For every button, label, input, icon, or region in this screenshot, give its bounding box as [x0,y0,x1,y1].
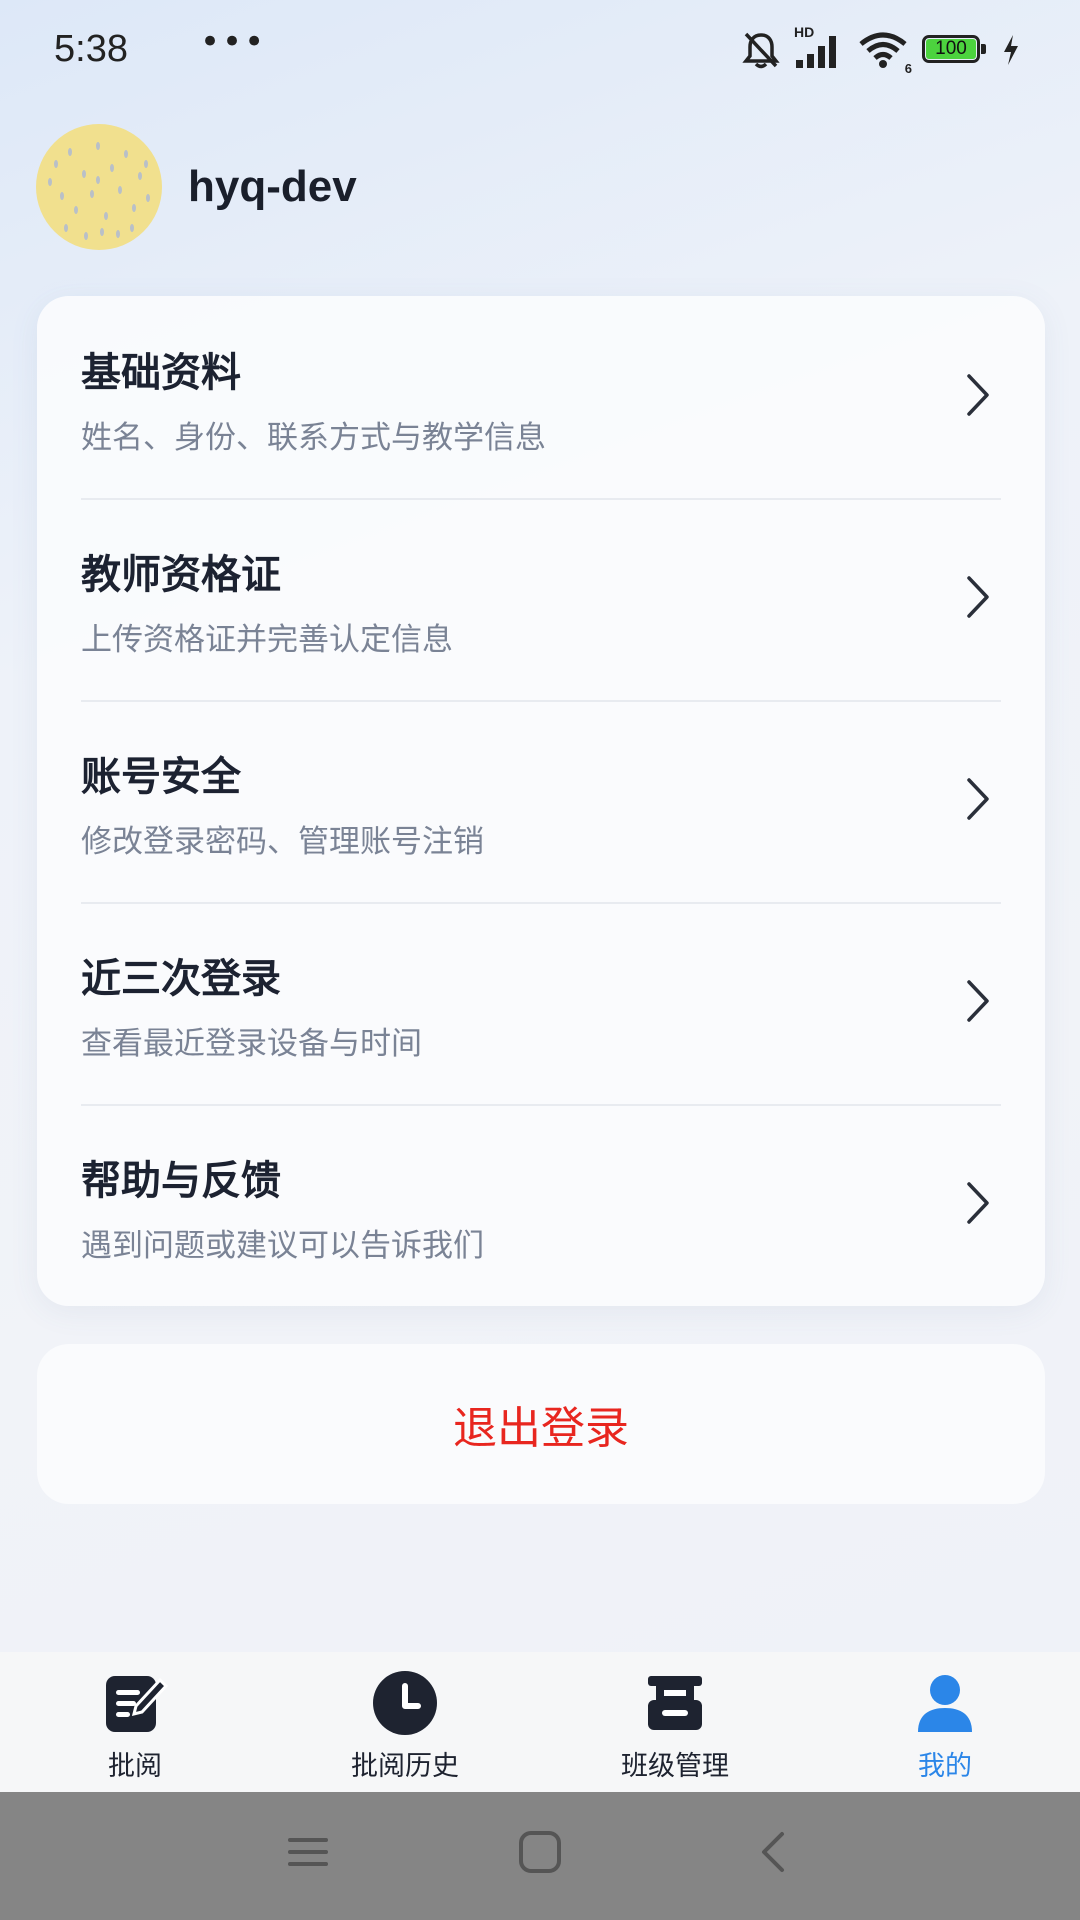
menu-item-title: 教师资格证 [81,552,281,598]
class-icon [648,1676,702,1730]
bottom-tab-bar: 批阅 批阅历史 班级管理 我的 [0,1652,1080,1792]
menu-item-subtitle: 查看最近登录设备与时间 [81,1026,422,1062]
system-navigation-bar [0,1792,1080,1920]
status-bar: 5:38 ••• HD 6 100 [0,0,1080,100]
more-dots-icon: ••• [200,22,267,62]
back-icon[interactable] [752,1830,796,1874]
avatar-pattern [48,142,150,240]
logout-label: 退出登录 [453,1403,629,1454]
menu-item-recent-logins[interactable]: 近三次登录 查看最近登录设备与时间 [81,902,1001,1104]
menu-item-help-feedback[interactable]: 帮助与反馈 遇到问题或建议可以告诉我们 [81,1104,1001,1306]
menu-icon[interactable] [286,1830,330,1874]
chevron-right-icon [967,980,989,1022]
menu-item-subtitle: 姓名、身份、联系方式与教学信息 [81,420,546,456]
chevron-right-icon [967,576,989,618]
menu-item-title: 帮助与反馈 [81,1158,281,1204]
tab-mine[interactable]: 我的 [845,1652,1045,1792]
tab-class-management[interactable]: 班级管理 [575,1652,775,1792]
tab-label: 批阅 [108,1751,162,1782]
menu-item-basic-info[interactable]: 基础资料 姓名、身份、联系方式与教学信息 [81,296,1001,498]
menu-item-subtitle: 上传资格证并完善认定信息 [81,622,453,658]
settings-menu-card: 基础资料 姓名、身份、联系方式与教学信息 教师资格证 上传资格证并完善认定信息 … [37,296,1045,1306]
menu-item-subtitle: 遇到问题或建议可以告诉我们 [81,1228,484,1264]
tab-review-history[interactable]: 批阅历史 [305,1652,505,1792]
signal-icon: HD [794,24,844,70]
chevron-right-icon [967,778,989,820]
menu-item-teacher-certificate[interactable]: 教师资格证 上传资格证并完善认定信息 [81,498,1001,700]
tab-label: 班级管理 [621,1751,729,1782]
clock-icon [373,1671,437,1735]
home-icon[interactable] [518,1830,562,1874]
menu-item-title: 基础资料 [81,350,241,396]
tab-label: 我的 [918,1751,972,1782]
edit-icon [106,1676,168,1732]
tab-review[interactable]: 批阅 [35,1652,235,1792]
wifi-6-label: 6 [904,61,912,76]
status-time: 5:38 [54,28,128,70]
profile-header: hyq-dev [36,124,357,250]
chevron-right-icon [967,374,989,416]
menu-item-title: 账号安全 [81,754,241,800]
user-icon [918,1675,972,1732]
bell-mute-icon [742,32,780,69]
menu-item-subtitle: 修改登录密码、管理账号注销 [81,824,484,860]
menu-item-title: 近三次登录 [81,956,281,1002]
status-icons: HD 6 100 [742,24,1020,76]
username: hyq-dev [188,162,357,211]
avatar[interactable] [36,124,162,250]
wifi-icon: 6 [858,30,912,76]
battery-level: 100 [935,38,967,59]
chevron-right-icon [967,1182,989,1224]
menu-item-account-security[interactable]: 账号安全 修改登录密码、管理账号注销 [81,700,1001,902]
charging-icon [1004,35,1018,65]
logout-button[interactable]: 退出登录 [37,1344,1045,1504]
tab-label: 批阅历史 [351,1751,459,1782]
battery-icon: 100 [922,35,988,65]
